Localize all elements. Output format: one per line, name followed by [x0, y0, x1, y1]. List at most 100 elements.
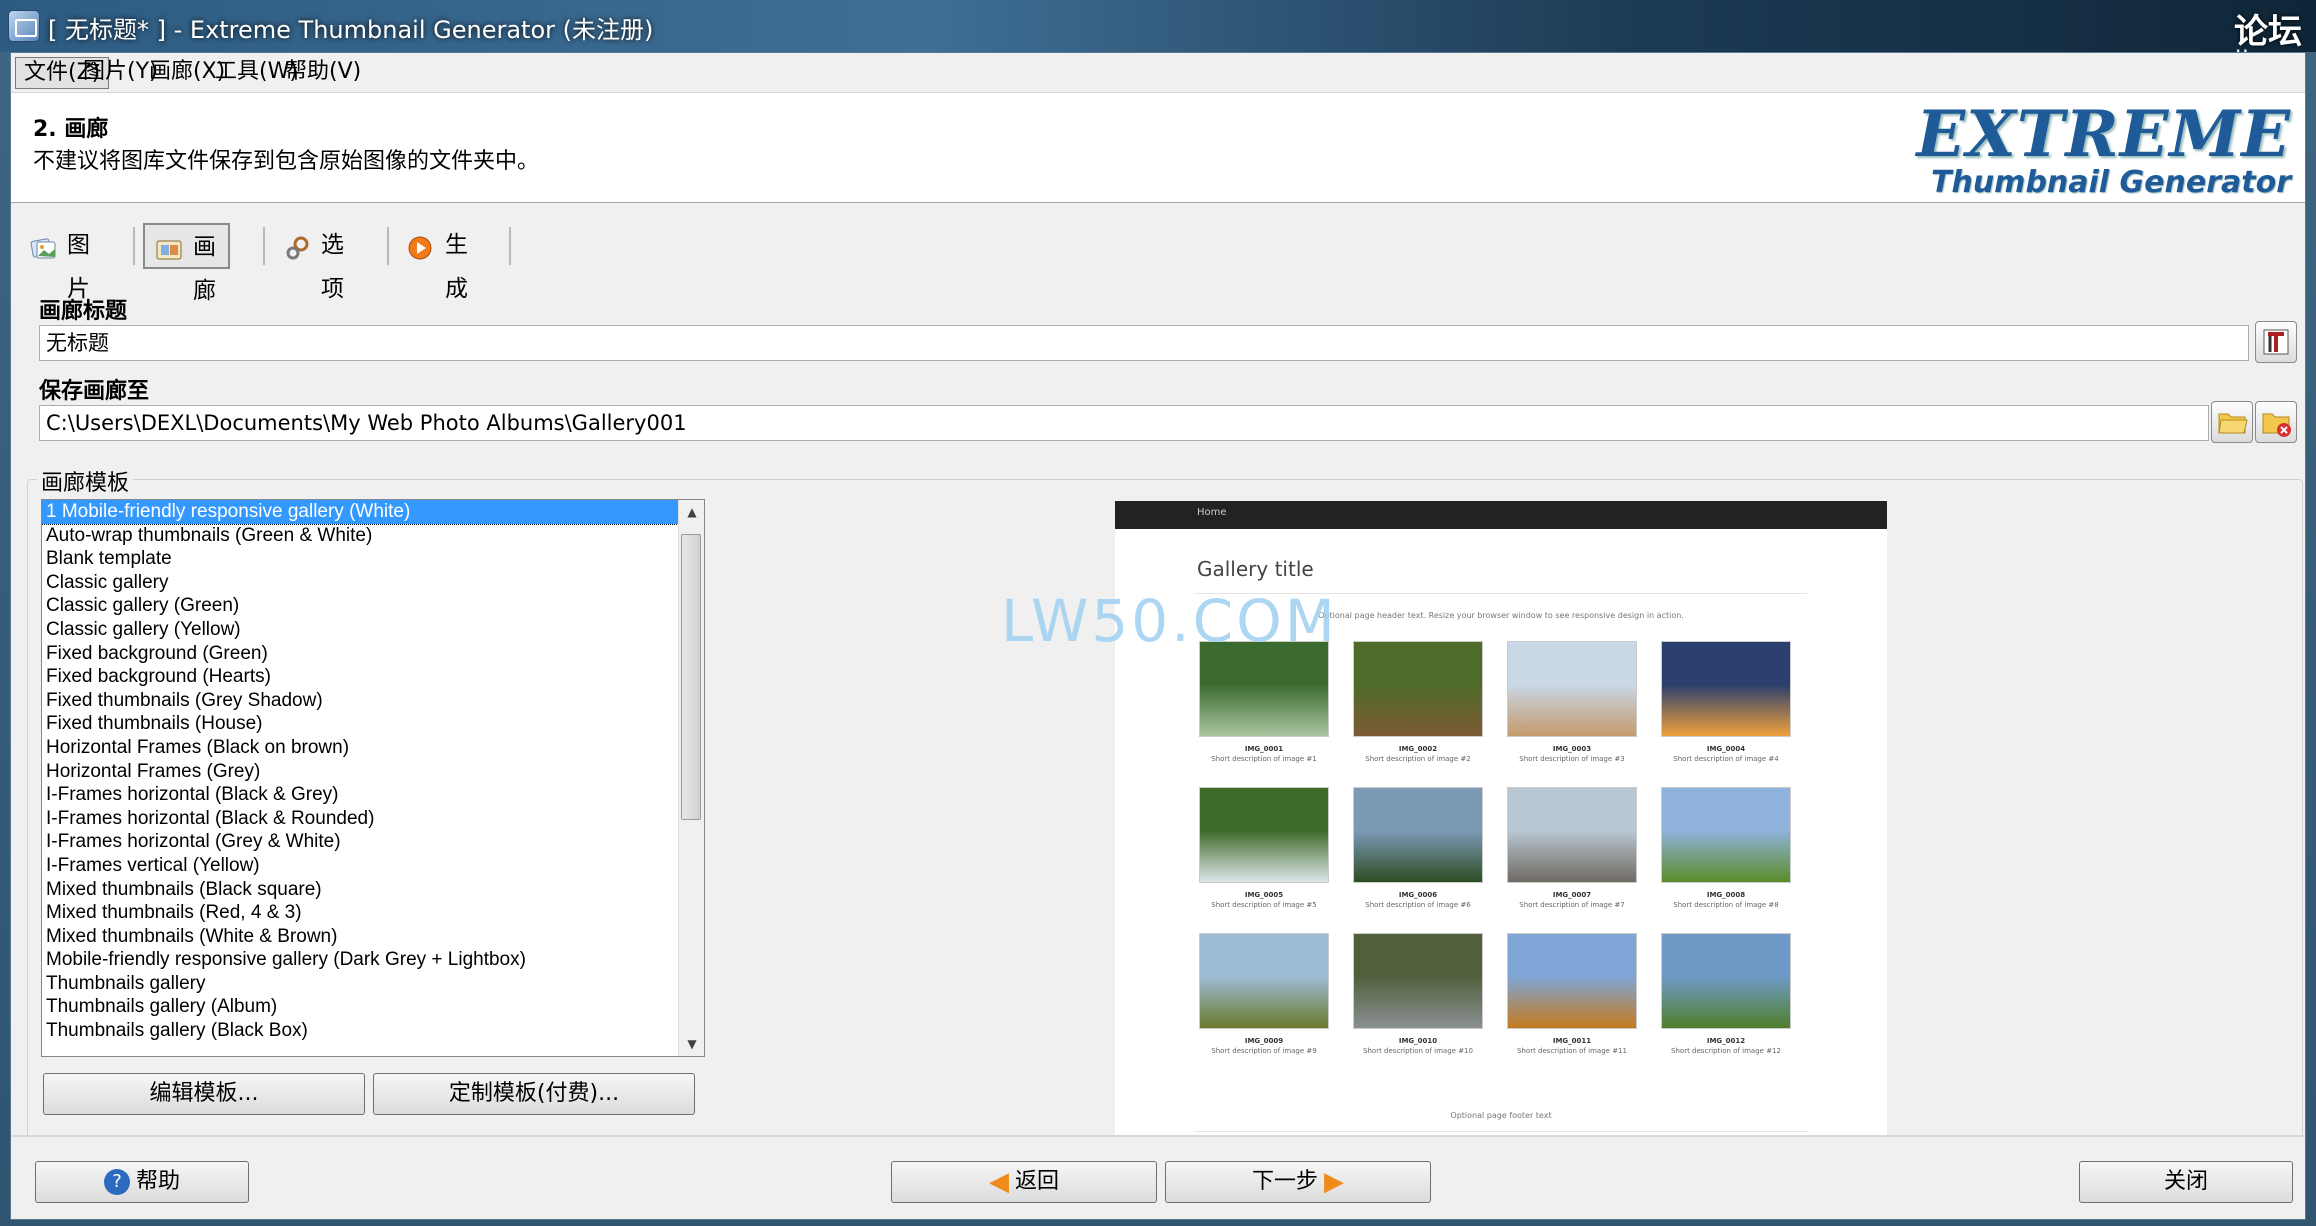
menu-bar: 文件(Z) 图片(Y) 画廊(X) 工具(W) 帮助(V)	[11, 53, 2305, 93]
template-list[interactable]: 1 Mobile-friendly responsive gallery (Wh…	[41, 499, 705, 1057]
gallery-icon	[155, 234, 183, 260]
clear-folder-button[interactable]	[2255, 401, 2297, 443]
template-list-item[interactable]: Thumbnails gallery	[42, 972, 704, 996]
preview-thumbnail-image	[1199, 933, 1329, 1029]
template-list-item[interactable]: I-Frames horizontal (Black & Grey)	[42, 783, 704, 807]
tab-images[interactable]: 图片	[19, 223, 102, 302]
help-button-label: 帮助	[135, 1169, 180, 1194]
preview-thumbnail-image	[1661, 933, 1791, 1029]
template-list-item[interactable]: Horizontal Frames (Grey)	[42, 760, 704, 784]
template-list-item[interactable]: Mixed thumbnails (White & Brown)	[42, 925, 704, 949]
images-icon	[29, 232, 57, 259]
step-description: 不建议将图库文件保存到包含原始图像的文件夹中。	[33, 149, 540, 174]
preview-thumbnail-name: IMG_0008	[1706, 891, 1746, 899]
app-icon	[8, 10, 40, 42]
save-path-input[interactable]: C:\Users\DEXL\Documents\My Web Photo Alb…	[39, 405, 2209, 441]
template-list-item[interactable]: 1 Mobile-friendly responsive gallery (Wh…	[42, 500, 704, 525]
preview-thumbnail: IMG_0003 Short description of image #3	[1507, 641, 1637, 763]
title-bar[interactable]: [ 无标题* ] - Extreme Thumbnail Generator (…	[0, 0, 2316, 76]
preview-thumbnail-name: IMG_0012	[1706, 1037, 1746, 1045]
preview-thumbnail-image	[1507, 641, 1637, 737]
preview-thumbnail: IMG_0012 Short description of image #12	[1661, 933, 1791, 1055]
preview-thumbnail-desc: Short description of image #9	[1211, 1047, 1317, 1055]
preview-thumbnail-desc: Short description of image #10	[1363, 1047, 1473, 1055]
next-button-label: 下一步	[1251, 1169, 1318, 1194]
gallery-title-input[interactable]: 无标题	[39, 325, 2249, 361]
menu-help[interactable]: 帮助(V)	[277, 57, 369, 89]
text-format-button[interactable]	[2255, 321, 2297, 363]
preview-navbar: Home	[1115, 501, 1887, 529]
back-button[interactable]: ◀ 返回	[891, 1161, 1157, 1203]
preview-thumbnail-name: IMG_0006	[1398, 891, 1438, 899]
window-title: [ 无标题* ] - Extreme Thumbnail Generator (…	[48, 16, 654, 44]
scroll-up-arrow[interactable]: ▲	[679, 500, 704, 524]
template-list-item[interactable]: Classic gallery (Green)	[42, 594, 704, 618]
preview-thumbnail-name: IMG_0001	[1244, 745, 1284, 753]
template-list-scrollbar[interactable]: ▲ ▼	[678, 500, 704, 1056]
tab-separator	[133, 227, 135, 265]
template-list-item[interactable]: Mobile-friendly responsive gallery (Dark…	[42, 948, 704, 972]
preview-thumbnail-desc: Short description of image #12	[1671, 1047, 1781, 1055]
folder-delete-icon	[2262, 413, 2291, 437]
preview-thumbnail-desc: Short description of image #6	[1365, 901, 1471, 909]
template-list-item[interactable]: Thumbnails gallery (Black Box)	[42, 1019, 704, 1043]
help-button[interactable]: ? 帮助	[35, 1161, 249, 1203]
scroll-down-arrow[interactable]: ▼	[679, 1032, 704, 1056]
preview-thumbnail-image	[1353, 641, 1483, 737]
scroll-thumb[interactable]	[681, 534, 701, 820]
template-list-item[interactable]: Mixed thumbnails (Red, 4 & 3)	[42, 901, 704, 925]
template-list-item[interactable]: Thumbnails gallery (Album)	[42, 995, 704, 1019]
preview-thumbnail-image	[1199, 641, 1329, 737]
preview-thumbnail: IMG_0001 Short description of image #1	[1199, 641, 1329, 763]
save-to-label: 保存画廊至	[39, 379, 150, 404]
app-logo: EXTREME Thumbnail Generator	[1916, 97, 2291, 201]
gallery-title-label: 画廊标题	[39, 299, 128, 324]
tab-generate[interactable]: 生成	[397, 223, 480, 302]
template-list-item[interactable]: Classic gallery (Yellow)	[42, 618, 704, 642]
preview-thumbnail: IMG_0007 Short description of image #7	[1507, 787, 1637, 909]
preview-thumbnail-desc: Short description of image #1	[1211, 755, 1317, 763]
preview-thumbnail: IMG_0004 Short description of image #4	[1661, 641, 1791, 763]
preview-thumbnail-desc: Short description of image #2	[1365, 755, 1471, 763]
template-list-item[interactable]: I-Frames horizontal (Black & Rounded)	[42, 807, 704, 831]
close-button[interactable]: 关闭	[2079, 1161, 2293, 1203]
template-group-label: 画廊模板	[37, 465, 134, 497]
template-list-item[interactable]: Fixed background (Hearts)	[42, 665, 704, 689]
preview-thumbnail-image	[1353, 787, 1483, 883]
preview-thumbnail-name: IMG_0009	[1244, 1037, 1284, 1045]
watermark-text: LW50.COM	[1001, 587, 1338, 655]
custom-template-button[interactable]: 定制模板(付费)...	[373, 1073, 695, 1115]
edit-template-button[interactable]: 编辑模板...	[43, 1073, 365, 1115]
preview-thumbnail-desc: Short description of image #5	[1211, 901, 1317, 909]
next-button[interactable]: 下一步 ▶	[1165, 1161, 1431, 1203]
preview-thumbnail-name: IMG_0005	[1244, 891, 1284, 899]
template-list-item[interactable]: I-Frames vertical (Yellow)	[42, 854, 704, 878]
template-list-item[interactable]: Auto-wrap thumbnails (Green & White)	[42, 524, 704, 548]
tab-separator	[387, 227, 389, 265]
tab-gallery[interactable]: 画廊	[143, 223, 230, 304]
app-window: [ 无标题* ] - Extreme Thumbnail Generator (…	[0, 0, 2316, 1226]
preview-divider	[1195, 1131, 1807, 1132]
template-list-item[interactable]: Horizontal Frames (Black on brown)	[42, 736, 704, 760]
template-list-item[interactable]: Mixed thumbnails (Black square)	[42, 878, 704, 902]
preview-thumbnail-name: IMG_0002	[1398, 745, 1438, 753]
template-list-item[interactable]: Classic gallery	[42, 571, 704, 595]
preview-gallery-title: Gallery title	[1197, 557, 1314, 581]
preview-nav-home: Home	[1197, 507, 1227, 518]
tab-options[interactable]: 选项	[273, 223, 356, 302]
template-list-item[interactable]: I-Frames horizontal (Grey & White)	[42, 830, 704, 854]
tab-separator	[263, 227, 265, 265]
preview-thumbnail-name: IMG_0004	[1706, 745, 1746, 753]
preview-thumbnail-desc: Short description of image #7	[1519, 901, 1625, 909]
browse-folder-button[interactable]	[2211, 401, 2253, 443]
template-list-item[interactable]: Blank template	[42, 547, 704, 571]
template-list-item[interactable]: Fixed background (Green)	[42, 642, 704, 666]
preview-thumbnail-name: IMG_0007	[1552, 891, 1592, 899]
arrow-right-icon: ▶	[1324, 1167, 1344, 1197]
preview-thumbnail: IMG_0008 Short description of image #8	[1661, 787, 1791, 909]
logo-title: EXTREME	[1916, 97, 2291, 172]
template-list-item[interactable]: Fixed thumbnails (House)	[42, 712, 704, 736]
preview-thumbnail: IMG_0010 Short description of image #10	[1353, 933, 1483, 1055]
template-list-item[interactable]: Fixed thumbnails (Grey Shadow)	[42, 689, 704, 713]
preview-thumbnail-name: IMG_0003	[1552, 745, 1592, 753]
